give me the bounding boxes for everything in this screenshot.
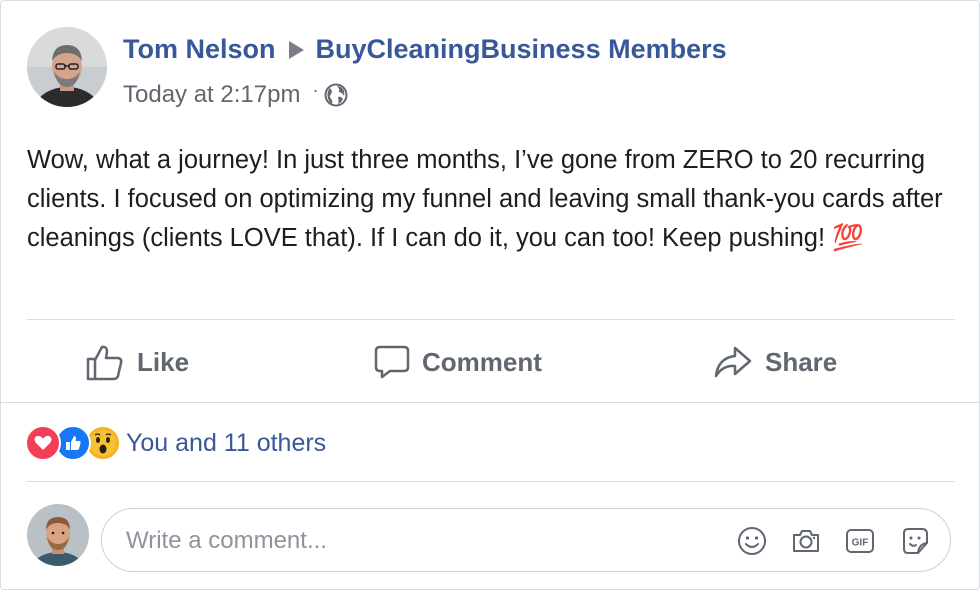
comment-label: Comment (422, 346, 542, 377)
share-button[interactable]: Share (713, 337, 837, 387)
post-card: Tom Nelson BuyCleaningBusiness Members T… (0, 0, 980, 590)
camera-icon[interactable] (790, 525, 822, 557)
post-meta: Today at 2:17pm · (123, 79, 348, 109)
meta-separator: · (312, 79, 319, 100)
post-header: Tom Nelson BuyCleaningBusiness Members (123, 34, 727, 65)
share-icon (714, 346, 752, 378)
author-avatar[interactable] (27, 27, 107, 107)
gif-icon-label: GIF (852, 538, 869, 549)
share-label: Share (765, 346, 838, 377)
like-button[interactable]: Like (85, 337, 189, 387)
post-timestamp[interactable]: Today at 2:17pm (123, 81, 300, 109)
post-text: Wow, what a journey! In just three month… (27, 146, 943, 252)
comment-button[interactable]: Comment (374, 337, 542, 387)
divider-bottom (27, 481, 955, 482)
arrow-right-icon (288, 40, 304, 59)
group-name[interactable]: BuyCleaningBusiness Members (316, 34, 727, 65)
globe-icon[interactable] (324, 83, 348, 107)
heart-reaction-icon (25, 425, 61, 461)
divider-mid (1, 402, 979, 403)
emoji-icon[interactable] (736, 525, 768, 557)
reaction-icons[interactable] (25, 425, 121, 461)
comment-icon (374, 345, 410, 379)
divider-top (27, 319, 955, 320)
like-label: Like (137, 346, 190, 377)
sticker-icon[interactable] (899, 525, 931, 557)
current-user-avatar[interactable] (27, 504, 89, 566)
reaction-summary[interactable]: You and 11 others (126, 429, 326, 458)
thumbs-up-icon (86, 345, 123, 381)
gif-icon[interactable]: GIF (844, 525, 876, 557)
comment-input[interactable] (124, 509, 708, 572)
comment-box: GIF (101, 508, 951, 572)
author-name[interactable]: Tom Nelson (123, 34, 276, 65)
